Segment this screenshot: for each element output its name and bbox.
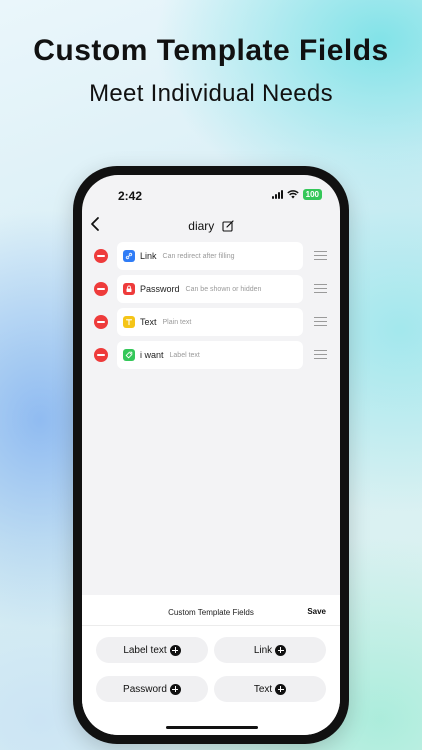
add-link-button[interactable]: Link — [214, 637, 326, 663]
status-time: 2:42 — [118, 189, 143, 203]
promo-subline: Meet Individual Needs — [89, 80, 333, 107]
field-row-label: i want Label text — [82, 341, 340, 369]
remove-field-icon[interactable] — [94, 249, 108, 263]
remove-field-icon[interactable] — [94, 282, 108, 296]
drag-handle-icon[interactable] — [314, 317, 327, 326]
lock-icon — [123, 283, 135, 295]
nav-bar: diary — [82, 213, 340, 237]
remove-field-icon[interactable] — [94, 348, 108, 362]
phone-frame: 2:42 100 diary Link Can redirect after f… — [73, 166, 349, 744]
field-name: Text — [140, 317, 157, 327]
promo-headline: Custom Template Fields — [33, 34, 389, 67]
save-button[interactable]: Save — [307, 607, 326, 616]
field-hint: Plain text — [162, 318, 192, 326]
field-card[interactable]: i want Label text — [117, 341, 303, 369]
drag-handle-icon[interactable] — [314, 350, 327, 359]
add-password-button[interactable]: Password — [96, 676, 208, 702]
field-hint: Can redirect after filling — [162, 252, 235, 260]
button-label: Text — [253, 683, 273, 695]
add-field-sheet: Custom Template Fields Save Label text L… — [82, 595, 340, 735]
add-label-text-button[interactable]: Label text — [96, 637, 208, 663]
drag-handle-icon[interactable] — [314, 251, 327, 260]
field-card[interactable]: Link Can redirect after filling — [117, 242, 303, 270]
battery-icon: 100 — [302, 189, 322, 200]
text-icon — [123, 316, 135, 328]
status-bar: 2:42 100 — [82, 175, 340, 209]
tag-icon — [123, 349, 135, 361]
field-row-text: Text Plain text — [82, 308, 340, 336]
plus-icon — [169, 644, 181, 656]
field-hint: Label text — [169, 351, 200, 359]
field-card[interactable]: Text Plain text — [117, 308, 303, 336]
edit-icon[interactable] — [222, 220, 234, 232]
home-indicator — [166, 726, 258, 729]
nav-title-group: diary — [82, 217, 340, 235]
plus-icon — [275, 683, 287, 695]
field-name: Password — [140, 284, 180, 294]
wifi-icon — [286, 190, 299, 199]
button-label: Label text — [123, 644, 167, 656]
nav-title: diary — [188, 219, 215, 233]
sheet-title: Custom Template Fields — [168, 608, 254, 617]
remove-field-icon[interactable] — [94, 315, 108, 329]
button-label: Link — [253, 644, 273, 656]
field-name: i want — [140, 350, 164, 360]
plus-icon — [275, 644, 287, 656]
button-label: Password — [123, 683, 167, 695]
plus-icon — [169, 683, 181, 695]
add-text-button[interactable]: Text — [214, 676, 326, 702]
drag-handle-icon[interactable] — [314, 284, 327, 293]
phone-screen: 2:42 100 diary Link Can redirect after f… — [82, 175, 340, 735]
field-row-link: Link Can redirect after filling — [82, 242, 340, 270]
field-name: Link — [140, 251, 157, 261]
field-row-password: Password Can be shown or hidden — [82, 275, 340, 303]
link-icon — [123, 250, 135, 262]
status-icons: 100 — [271, 189, 322, 200]
signal-icon — [271, 190, 283, 199]
field-hint: Can be shown or hidden — [185, 285, 262, 293]
sheet-divider — [82, 625, 340, 626]
field-card[interactable]: Password Can be shown or hidden — [117, 275, 303, 303]
